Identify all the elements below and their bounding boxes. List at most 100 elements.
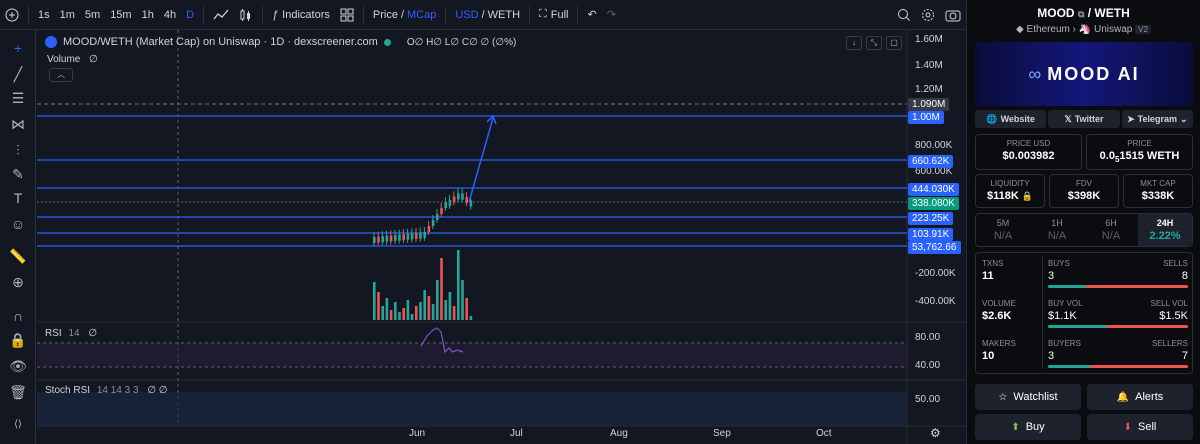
chart-settings-button[interactable]: ⚙ <box>930 426 941 440</box>
mood-logo-icon: ∞ <box>1028 63 1042 84</box>
time-axis-label: Sep <box>713 428 731 439</box>
volume-bar <box>377 292 380 320</box>
magnet-tool[interactable]: ∩ <box>8 306 28 326</box>
screenshot-button[interactable] <box>940 0 966 30</box>
time-axis-label: Jun <box>409 428 426 439</box>
uniswap-icon <box>45 36 57 48</box>
lock-icon: 🔒 <box>1021 191 1034 201</box>
emoji-tool[interactable]: ☺ <box>8 214 28 234</box>
rsi-params: 14 <box>68 328 80 339</box>
stoch-legend: Stoch RSI 14 14 3 3 ∅ ∅ <box>45 385 168 396</box>
telegram-label: Telegram <box>1137 114 1177 124</box>
currency-toggle[interactable]: USD / WETH <box>450 0 525 30</box>
pair-info-panel: MOOD ⧉ / WETH ◆ Ethereum › 🦄 Uniswap V2 … <box>966 0 1200 444</box>
fib-tool[interactable]: ☰ <box>8 88 28 108</box>
mcap-option[interactable]: MCap <box>407 9 436 21</box>
twitter-link[interactable]: 𝕏 Twitter <box>1048 110 1120 128</box>
rsi-axis-label: 40.00 <box>915 360 941 371</box>
chart-type-line-button[interactable] <box>208 0 234 30</box>
buy-sell-volume-stat: BUY VOL SELL VOL $1.1K $1.5K <box>1048 299 1188 328</box>
usd-option[interactable]: USD <box>455 9 478 21</box>
indicators-button[interactable]: ƒ Indicators <box>267 0 335 30</box>
toggle-drawings-button[interactable]: ⟨⟩ <box>8 414 28 434</box>
timeframe-15m[interactable]: 15m <box>105 0 136 30</box>
undo-button[interactable]: ↶ <box>582 0 601 30</box>
watchlist-button[interactable]: ☆ Watchlist <box>975 384 1081 410</box>
price-axis-label: -200.00K <box>915 268 956 279</box>
trendline-tool[interactable]: ╱ <box>8 64 28 84</box>
chart-canvas[interactable] <box>37 30 966 444</box>
delete-tool[interactable]: 🗑 <box>8 382 28 402</box>
dex-name[interactable]: Uniswap <box>1094 24 1132 35</box>
buy-button[interactable]: ⬆ Buy <box>975 414 1081 440</box>
rsi-label: RSI <box>45 328 62 339</box>
pattern-tool[interactable]: ⋈ <box>8 114 28 134</box>
website-link[interactable]: 🌐 Website <box>975 110 1047 128</box>
collapse-legend-button[interactable]: ︿ <box>49 68 73 82</box>
volume-bar <box>452 306 456 320</box>
buy-label: Buy <box>1025 421 1045 433</box>
settings-button[interactable] <box>916 0 940 30</box>
price-weth-value: 0.051515 WETH <box>1087 150 1192 164</box>
redo-button[interactable]: ↷ <box>602 0 621 30</box>
buyers-ratio-bar <box>1048 365 1188 368</box>
alerts-button[interactable]: 🔔 Alerts <box>1087 384 1193 410</box>
maximize-pane-button[interactable]: ▢ <box>886 36 902 50</box>
move-down-button[interactable]: ↓ <box>846 36 862 50</box>
crosshair-tool[interactable]: + <box>8 38 28 58</box>
timeframe-1s[interactable]: 1s <box>33 0 55 30</box>
volume-stat: VOLUME $2.6K <box>982 299 1016 322</box>
hide-tool[interactable]: 👁 <box>8 356 28 376</box>
candle-body <box>436 214 439 220</box>
price-chart[interactable]: MOOD/WETH (Market Cap) on Uniswap · 1D ·… <box>37 30 966 444</box>
ruler-tool[interactable]: 📏 <box>8 246 28 266</box>
layouts-button[interactable] <box>335 0 359 30</box>
tab-24h[interactable]: 24H 2.22% <box>1138 214 1192 246</box>
quick-search-button[interactable] <box>892 0 916 30</box>
timeframe-1h[interactable]: 1h <box>137 0 159 30</box>
volume-bar <box>427 296 431 320</box>
candle-body <box>440 208 443 214</box>
candle-body <box>377 236 380 243</box>
prediction-tool[interactable]: ⫶ <box>8 140 28 160</box>
add-symbol-button[interactable] <box>0 0 24 30</box>
liquidity-amount: $118K <box>986 190 1019 202</box>
timeframe-4h[interactable]: 4h <box>159 0 181 30</box>
mktcap-label: MKT CAP <box>1140 179 1176 188</box>
fullscreen-label: Full <box>550 8 569 21</box>
zoom-tool[interactable]: ⊕ <box>8 272 28 292</box>
volume-bar <box>469 316 473 320</box>
lock-tool[interactable]: 🔒 <box>8 330 28 350</box>
telegram-link[interactable]: ➤ Telegram ⌄ <box>1121 110 1193 128</box>
tab-5m[interactable]: 5M N/A <box>976 214 1030 246</box>
timeframe-5m[interactable]: 5m <box>80 0 105 30</box>
timeframe-1m[interactable]: 1m <box>55 0 80 30</box>
copy-icon[interactable]: ⧉ <box>1078 9 1084 19</box>
volume-bar <box>436 280 439 320</box>
chevron-up-icon: ︿ <box>57 70 65 79</box>
fullscreen-button[interactable]: ⛶ Full <box>534 0 573 30</box>
brush-tool[interactable]: ✎ <box>8 164 28 184</box>
arrow-up-circle-icon: ⬆ <box>1011 421 1020 433</box>
sell-button[interactable]: ⬇ Sell <box>1087 414 1193 440</box>
trade-actions: ⬆ Buy ⬇ Sell <box>975 414 1193 440</box>
sellers-value: 7 <box>1181 350 1188 362</box>
tab-6h[interactable]: 6H N/A <box>1084 214 1138 246</box>
collapse-pane-button[interactable]: ⤡ <box>866 36 882 50</box>
rsi-legend: RSI 14 ∅ <box>45 328 97 339</box>
weth-option[interactable]: WETH <box>488 9 520 21</box>
price-option[interactable]: Price <box>373 9 398 21</box>
zoom-icon: ⊕ <box>12 273 24 290</box>
tab-1h[interactable]: 1H N/A <box>1030 214 1084 246</box>
text-tool[interactable]: T <box>8 188 28 208</box>
price-weth-label: PRICE <box>1127 139 1152 148</box>
price-axis-label: 1.40M <box>915 60 943 71</box>
liquidity-label: LIQUIDITY <box>990 179 1030 188</box>
candle-body <box>427 226 431 232</box>
price-mcap-toggle[interactable]: Price / MCap <box>368 0 441 30</box>
chart-type-candle-button[interactable] <box>234 0 258 30</box>
volume-bar <box>373 282 376 320</box>
timeframe-d[interactable]: D <box>181 0 199 30</box>
pattern-icon: ⋈ <box>11 115 25 132</box>
chain-name[interactable]: Ethereum <box>1027 24 1070 35</box>
